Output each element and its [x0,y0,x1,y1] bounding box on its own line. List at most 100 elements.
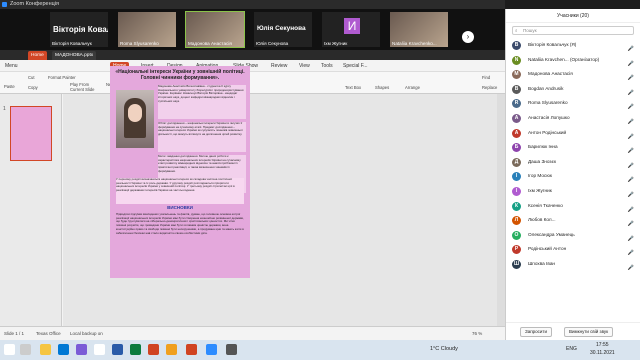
participant-row[interactable]: N Nataliia Kravchen... (Організатор) 🎤 [506,53,640,68]
tile-label: Юлія Секунова [256,41,289,46]
video-tile[interactable]: Roma Slyusarenko [118,12,176,47]
app-icon[interactable] [226,344,237,355]
tile-label: Іхм Жугник [324,41,348,46]
gmail-icon[interactable] [94,344,105,355]
theme-name: Texas Office [36,331,61,336]
avatar: І [512,186,521,196]
zoom-title-bar: Zoom Конференція [0,0,505,9]
panel-title: Учасники (20) [506,9,640,23]
status-bar: Slide 1 / 1 Texas Office Local backup on… [0,326,505,340]
participant-name: Nataliia Kravchen... (Організатор) [528,56,600,62]
wps-icon[interactable] [186,344,197,355]
slide-thumbnail[interactable] [10,106,52,161]
tab-home[interactable]: Home [28,51,47,60]
avatar: R [512,99,521,109]
search-icon[interactable] [20,344,31,355]
word-icon[interactable] [112,344,123,355]
participant-row[interactable]: В Вікторія Ковальчук (Я) 🎤 [506,38,640,53]
participant-name: Любов Кол... [528,217,556,223]
edge-icon[interactable] [58,344,69,355]
microphone-muted-icon[interactable]: 🎤 [628,261,634,276]
tile-name: Вікторія Ковал... [53,25,108,34]
menu-item[interactable]: Special F... [340,62,370,70]
explorer-icon[interactable] [40,344,51,355]
mute-all-button[interactable]: Вимкнути свій звук [564,327,614,337]
chrome-icon[interactable] [166,344,177,355]
ribbon: Paste Cut Copy Format Painter Play From … [0,72,505,94]
object-subject: Об'єкт дослідження – національні інтерес… [158,122,246,152]
participant-row[interactable]: О Олександра Уманець 🎤 [506,228,640,243]
video-tile[interactable]: Юлія Секунова Юлія Секунова [254,12,312,47]
participant-name: Родінський Антон [528,246,567,252]
excel-icon[interactable] [130,344,141,355]
avatar: А [512,113,521,123]
thumbnail-number: 1 [3,106,6,112]
participant-row[interactable]: Д Даша Знозєк 🎤 [506,155,640,170]
zoom-icon[interactable] [206,344,217,355]
menu-item[interactable]: View [296,62,313,70]
video-tile[interactable]: Вікторія Ковал... Вікторія Ковальчук [50,12,108,47]
video-tile[interactable]: Nataliia Kravchenko... [390,12,448,47]
slide: «Національні інтереси України у зовнішні… [110,66,250,278]
participant-row[interactable]: К Ксенія Ткаченко 🎤 [506,199,640,214]
participant-name: Шпохва Іван [528,260,556,266]
find-button[interactable]: Find [482,75,490,80]
participant-row[interactable]: Р Родінський Антон 🎤 [506,242,640,257]
participant-row[interactable]: Б Барилюк Інна 🎤 [506,140,640,155]
shapes-button[interactable]: Shapes [375,85,389,90]
clock-date[interactable]: 30.11.2021 [590,350,615,356]
cut-button[interactable]: Cut [28,75,35,80]
presentation-app: Home МАДОНОВА.pptx Menu Home Insert Desi… [0,50,505,340]
participant-row[interactable]: Ш Шпохва Іван 🎤 [506,257,640,272]
avatar: И [344,18,360,34]
language[interactable]: ENG [566,346,577,352]
vertical-scrollbar[interactable] [497,94,505,326]
format-painter-button[interactable]: Format Painter [48,75,76,80]
menu-item[interactable]: Menu [2,62,21,70]
participant-name: Ігор Мосюк [528,173,552,179]
tile-label: Мадонова Анастасія [188,41,232,46]
arrange-button[interactable]: Arrange [405,85,420,90]
avatar: Р [512,245,521,255]
participant-row[interactable]: Л Любов Кол... 🎤 [506,213,640,228]
clock-time[interactable]: 17:55 [596,342,609,348]
backup-status: Local backup on [70,331,103,336]
copy-button[interactable]: Copy [28,85,38,90]
paste-button[interactable]: Paste [4,84,15,89]
video-strip: Вікторія Ковал... Вікторія Ковальчук Roma… [0,9,505,50]
powerpoint-icon[interactable] [148,344,159,355]
search-input[interactable]: ⌕ Пошук [512,26,634,35]
participant-name: Іхм Жугник [528,187,552,193]
taskbar: 1°C Cloudy ENG 17:55 30.11.2021 [0,340,640,360]
avatar: В [512,41,521,50]
participant-row[interactable]: І Ігор Мосюк 🎤 [506,169,640,184]
conclusions-text: Підводячи підсумки викладених узагальнен… [116,213,244,235]
replace-button[interactable]: Replace [482,85,497,90]
participant-row[interactable]: І Іхм Жугник 🎤 [506,184,640,199]
play-button[interactable]: Play From Current Slide [70,82,100,92]
slide-title: «Національні інтереси України у зовнішні… [115,69,245,81]
participant-row[interactable]: B Bogdan Andrusik 🎤 [506,82,640,97]
invite-button[interactable]: Запросити [520,327,553,337]
video-tile[interactable]: Мадонова Анастасія [185,11,245,48]
tile-label: Вікторія Ковальчук [52,41,92,46]
text-box-button[interactable]: Text Box [345,85,361,90]
author-photo [116,90,154,148]
viber-icon[interactable] [76,344,87,355]
participant-row[interactable]: R Roma Slyusarenko 🎤 [506,96,640,111]
participant-row[interactable]: М Мадонова Анастасія 🎤 [506,67,640,82]
avatar: К [512,201,521,211]
tab-document[interactable]: МАДОНОВА.pptx [52,51,97,60]
participant-name: Bogdan Andrusik [528,85,564,91]
weather[interactable]: 1°C Cloudy [430,346,458,352]
participant-name: Олександра Уманець [528,231,575,237]
participant-row[interactable]: А Анастасія Лопушко 🎤 [506,111,640,126]
participants-panel: Учасники (20) ⌕ Пошук В Вікторія Ковальчук… [505,9,640,340]
next-page-icon[interactable]: › [462,31,474,43]
menu-item[interactable]: Review [268,62,290,70]
start-icon[interactable] [4,344,15,355]
tile-name: Юлія Секунова [257,25,306,32]
video-tile[interactable]: И Іхм Жугник [322,12,380,47]
menu-item[interactable]: Tools [318,62,336,70]
participant-row[interactable]: А Антон Родінський 🎤 [506,126,640,141]
